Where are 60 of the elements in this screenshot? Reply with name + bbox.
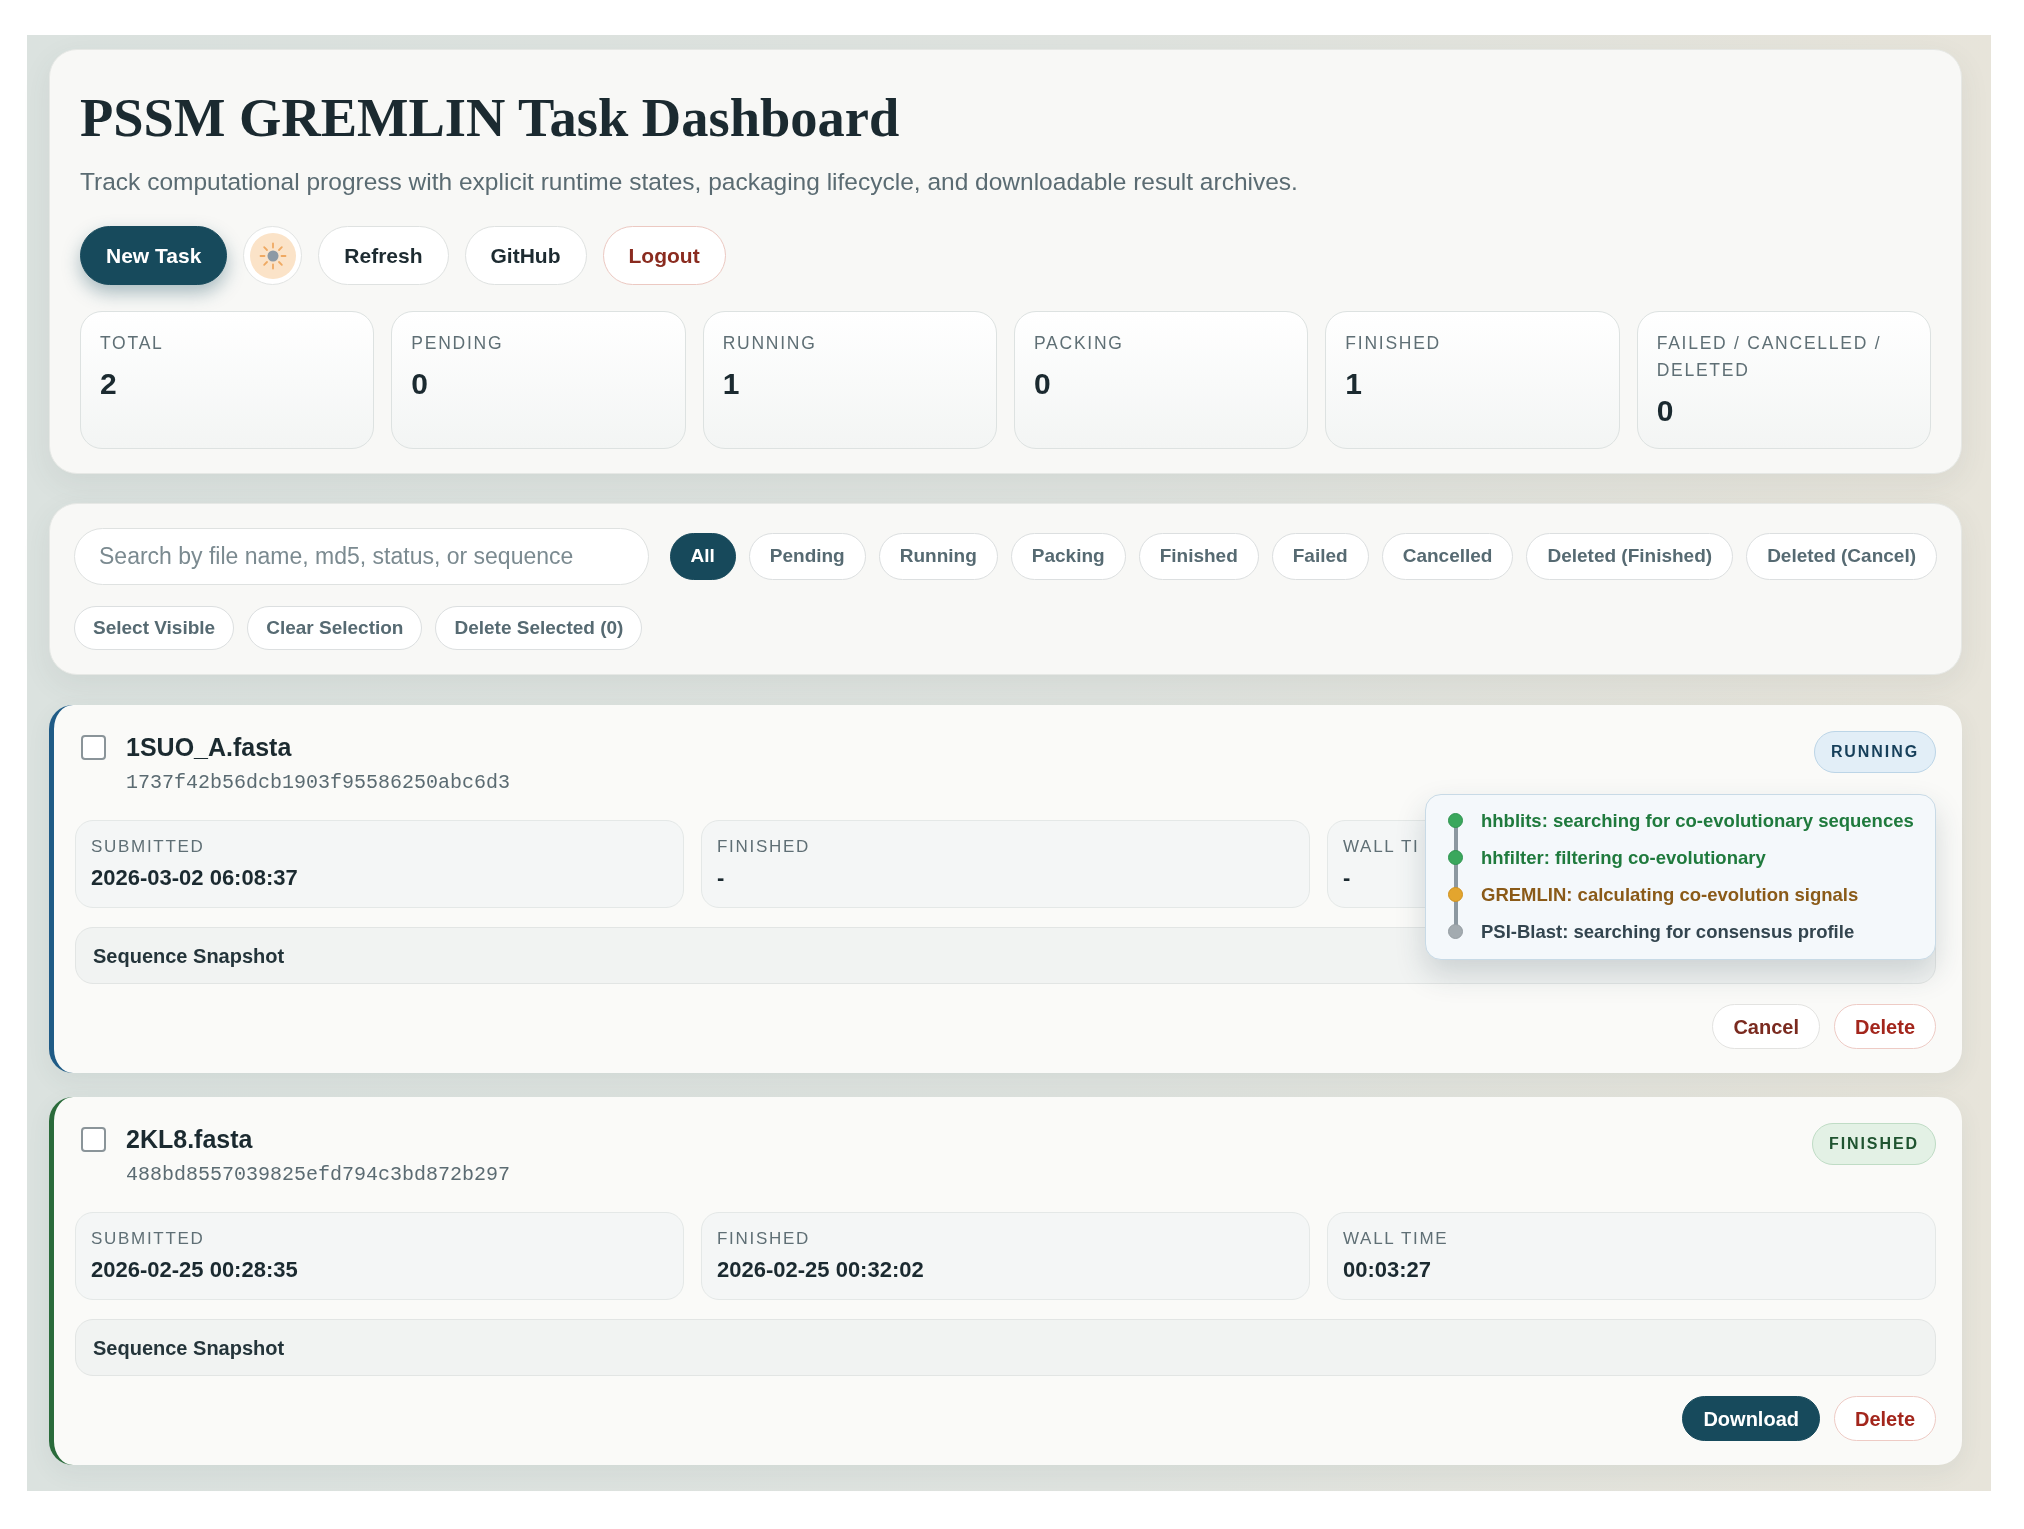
filter-chip[interactable]: Deleted (Cancel) xyxy=(1746,533,1937,580)
stat-value: 1 xyxy=(722,366,740,402)
selection-button[interactable]: Select Visible xyxy=(74,606,235,650)
step-label: GREMLIN: calculating co-evolution signals xyxy=(1481,882,1859,907)
download-button[interactable]: Download xyxy=(1682,1396,1820,1441)
file-name: 1SUO_A.fasta xyxy=(126,732,292,763)
detail-value: 2026-02-25 00:28:35 xyxy=(91,1256,298,1284)
delete-button[interactable]: Delete xyxy=(1833,1396,1936,1441)
selection-button[interactable]: Delete Selected (0) xyxy=(435,606,643,650)
delete-button[interactable]: Delete xyxy=(1833,1004,1936,1049)
page-title: PSSM GREMLIN Task Dashboard xyxy=(80,86,900,150)
header-button[interactable]: Logout xyxy=(602,226,726,285)
stat-value: 0 xyxy=(1034,366,1051,402)
snapshot-toggle[interactable]: Sequence Snapshot xyxy=(75,1319,1936,1376)
cancel-button[interactable]: Cancel xyxy=(1712,1004,1820,1049)
status-badge: RUNNING xyxy=(1813,731,1936,773)
detail-value: 00:03:27 xyxy=(1343,1256,1432,1284)
detail-value: - xyxy=(1343,864,1351,892)
filter-chip[interactable]: Packing xyxy=(1010,533,1126,580)
stat-label: FINISHED xyxy=(1345,332,1441,355)
step-label: hhblits: searching for co-evolutionary sequences xyxy=(1481,808,1914,833)
stat-label: PACKING xyxy=(1034,332,1124,355)
selection-button[interactable]: Clear Selection xyxy=(247,606,423,650)
stat-label: FAILED / CANCELLED / DELETED xyxy=(1656,332,1883,382)
md5-hash: 488bd8557039825efd794c3bd872b297 xyxy=(126,1162,511,1188)
detail-value: 2026-03-02 06:08:37 xyxy=(91,864,298,892)
sun-icon xyxy=(249,232,296,279)
detail-value: - xyxy=(717,864,725,892)
file-name: 2KL8.fasta xyxy=(126,1124,253,1155)
header-button[interactable]: Refresh xyxy=(318,226,449,285)
stat-value: 2 xyxy=(100,366,117,402)
filter-chip[interactable]: Pending xyxy=(748,533,866,580)
stat-value: 0 xyxy=(411,366,428,402)
search-field[interactable]: Search by file name, md5, status, or sequence xyxy=(74,528,649,585)
filter-chip[interactable]: Finished xyxy=(1138,533,1259,580)
stat-value: 0 xyxy=(1656,393,1674,429)
md5-hash: 1737f42b56dcb1903f95586250abc6d3 xyxy=(126,770,511,796)
filter-chip[interactable]: All xyxy=(669,533,736,580)
step-label: hhfilter: filtering co-evolutionary xyxy=(1481,845,1766,870)
task-checkbox[interactable] xyxy=(81,735,106,760)
detail-label: FINISHED xyxy=(717,836,810,858)
stat-label: RUNNING xyxy=(722,332,817,355)
stat-value: 1 xyxy=(1345,366,1362,402)
stat-label: TOTAL xyxy=(100,332,164,355)
filter-chip[interactable]: Deleted (Finished) xyxy=(1526,533,1734,580)
stat-label: PENDING xyxy=(411,332,504,355)
page-subtitle: Track computational progress with explicit runtime states, packaging lifecycle, and downloadable result archives. xyxy=(80,167,1298,197)
detail-label: SUBMITTED xyxy=(91,836,205,858)
status-badge: FINISHED xyxy=(1811,1123,1936,1165)
header-button[interactable]: GitHub xyxy=(464,226,587,285)
detail-label: WALL TI xyxy=(1343,836,1420,858)
detail-label: WALL TIME xyxy=(1343,1228,1449,1250)
filter-chip[interactable]: Running xyxy=(878,533,998,580)
filter-chip[interactable]: Cancelled xyxy=(1381,533,1514,580)
detail-value: 2026-02-25 00:32:02 xyxy=(717,1256,924,1284)
primary-button[interactable]: New Task xyxy=(80,226,228,285)
filter-chip[interactable]: Failed xyxy=(1271,533,1369,580)
detail-label: SUBMITTED xyxy=(91,1228,205,1250)
task-checkbox[interactable] xyxy=(81,1127,106,1152)
detail-label: FINISHED xyxy=(717,1228,810,1250)
